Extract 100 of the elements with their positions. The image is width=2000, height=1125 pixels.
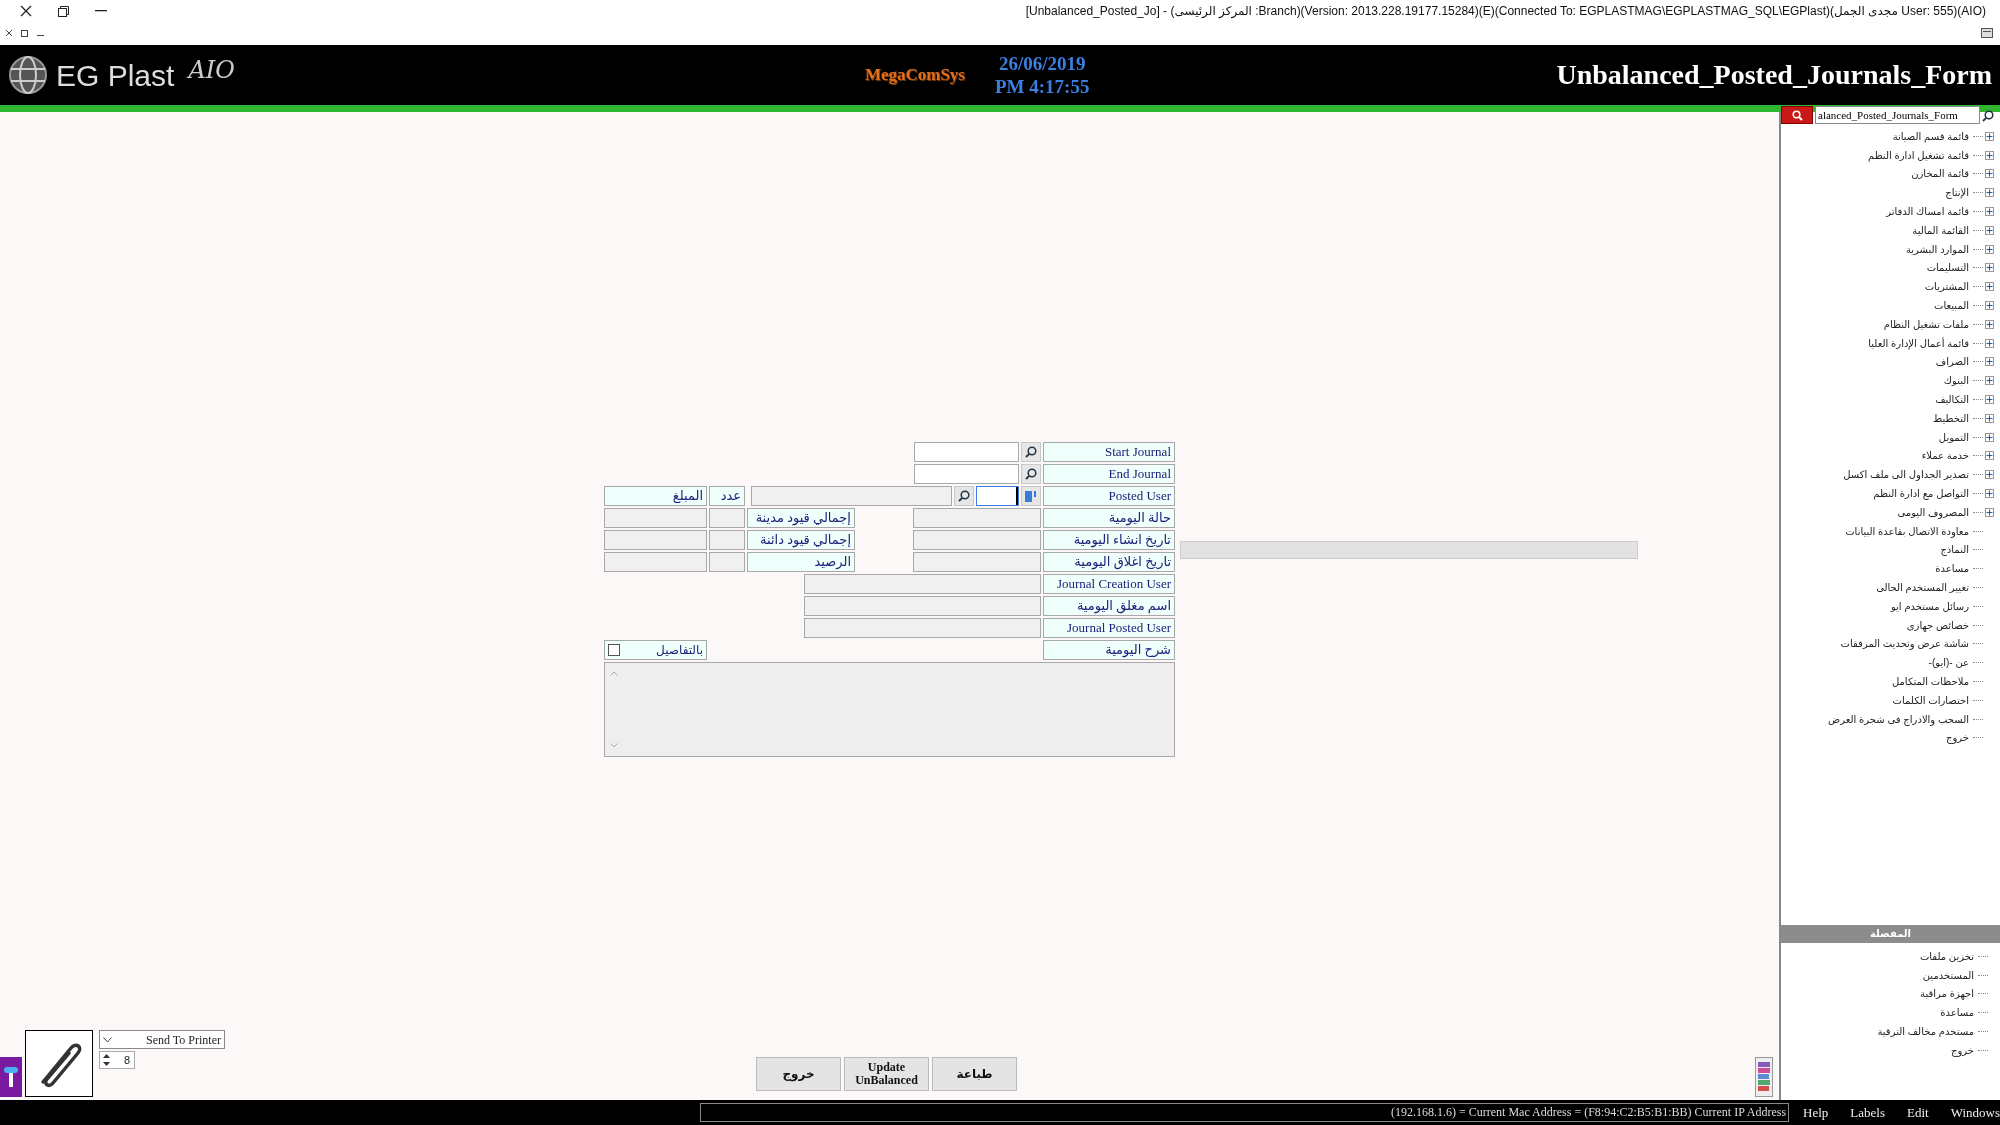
date-text: 26/06/2019: [997, 52, 1087, 75]
menu-item[interactable]: التكاليف: [1935, 392, 1971, 408]
expand-icon[interactable]: [1985, 376, 1994, 386]
search-icon: [1791, 109, 1803, 121]
menu-item[interactable]: تخزين ملفات: [1919, 948, 1976, 964]
expand-icon[interactable]: [1985, 319, 1994, 329]
details-checkbox[interactable]: بالتفاصيل: [604, 640, 707, 660]
expand-icon[interactable]: [1985, 395, 1994, 405]
menu-item[interactable]: Edit: [1907, 1102, 1929, 1123]
menu-item[interactable]: Labels: [1850, 1102, 1885, 1123]
menu-item[interactable]: اجهزة مراقبة: [1920, 986, 1976, 1002]
minimize-icon[interactable]: [95, 10, 107, 12]
copies-spinner[interactable]: 8: [99, 1051, 135, 1069]
menu-item[interactable]: قائمة المخازن: [1911, 166, 1971, 182]
books-icon[interactable]: [1755, 1057, 1773, 1097]
expand-icon[interactable]: [1985, 451, 1994, 461]
menu-item[interactable]: تغيير المستخدم الحالى: [1876, 580, 1971, 595]
expand-icon[interactable]: [1985, 338, 1994, 348]
menu-item[interactable]: مساعدة: [1935, 561, 1971, 577]
menu-item[interactable]: التمويل: [1938, 429, 1971, 445]
chevron-down-icon: [103, 1036, 112, 1043]
menu-item[interactable]: المستخدمين: [1922, 967, 1976, 983]
close-icon[interactable]: [20, 5, 32, 17]
field-label: تاريخ انشاء اليومية: [1043, 530, 1175, 550]
expand-icon[interactable]: [1985, 507, 1994, 517]
menu-item[interactable]: معاودة الاتصال بقاعدة البيانات: [1845, 523, 1971, 539]
expand-icon[interactable]: [1985, 470, 1994, 480]
count-field: [709, 508, 745, 528]
minimize-icon[interactable]: [37, 35, 44, 37]
expand-icon[interactable]: [1985, 282, 1994, 292]
menu-item[interactable]: شاشة عرض وتحديث المرفقات: [1840, 636, 1971, 652]
print-button[interactable]: طباعة: [932, 1057, 1017, 1091]
expand-icon[interactable]: [1985, 244, 1994, 254]
input-field[interactable]: [976, 486, 1019, 506]
menu-item[interactable]: خروج: [1951, 1042, 1976, 1058]
menu-item[interactable]: خروج: [1946, 730, 1971, 746]
menu-item[interactable]: التواصل مع ادارة النظم: [1873, 486, 1971, 502]
input-field[interactable]: [914, 442, 1019, 462]
menu-item[interactable]: خدمة عملاء: [1921, 448, 1971, 464]
panel-header: المفضلة: [1781, 925, 2000, 943]
menu-item[interactable]: قائمة قسم الصيانة: [1892, 128, 1971, 144]
expand-icon[interactable]: [1985, 301, 1994, 311]
menu-item[interactable]: القائمة المالية: [1912, 222, 1971, 238]
expand-icon[interactable]: [1985, 413, 1994, 423]
menu-item[interactable]: ملاحظات المتكامل: [1891, 674, 1971, 689]
menu-item[interactable]: تصدير الجداول الى ملف اكسل: [1843, 467, 1971, 483]
expand-icon[interactable]: [1985, 188, 1994, 198]
menu-item[interactable]: الإنتاج: [1945, 185, 1971, 201]
menu-item[interactable]: Help: [1803, 1102, 1829, 1123]
menu-item[interactable]: الصراف: [1935, 354, 1971, 370]
restore-icon[interactable]: [21, 29, 29, 37]
menu-item[interactable]: رسائل مستخدم ايو: [1890, 598, 1971, 614]
expand-icon[interactable]: [1985, 169, 1994, 179]
search-field[interactable]: alanced_Posted_Journals_Form: [1815, 106, 1980, 124]
window-icon[interactable]: [1981, 28, 1993, 38]
expand-icon[interactable]: [1985, 263, 1994, 273]
menu-item[interactable]: قائمة أعمال الإدارة العليا: [1868, 335, 1971, 351]
menu-item[interactable]: النماذج: [1940, 542, 1971, 558]
expand-icon[interactable]: [1985, 357, 1994, 367]
expand-icon[interactable]: [1985, 131, 1994, 141]
menu-item[interactable]: المصروف اليومى: [1897, 504, 1971, 520]
input-field[interactable]: [914, 464, 1019, 484]
exit-button[interactable]: خروج: [756, 1057, 841, 1091]
menu-item[interactable]: عن -(ايو)-: [1928, 655, 1971, 671]
menu-item[interactable]: اختصارات الكلمات: [1892, 692, 1971, 708]
side-tab[interactable]: [0, 1057, 22, 1097]
search-icon: [1025, 446, 1037, 458]
menu-item[interactable]: المشتريات: [1924, 279, 1971, 295]
menu-item[interactable]: قائمة امساك الدفاتر: [1886, 204, 1971, 220]
count-field: [709, 552, 745, 572]
menu-item[interactable]: مستخدم مخالف الترقية: [1877, 1024, 1976, 1040]
expand-icon[interactable]: [1985, 150, 1994, 160]
menu-item[interactable]: المبيعات: [1934, 298, 1971, 314]
form-title: Unbalanced_Posted_Journals_Form: [1556, 58, 1992, 92]
printer-dropdown[interactable]: Send To Printer: [99, 1030, 225, 1049]
attachment-button[interactable]: [25, 1030, 93, 1097]
menu-item[interactable]: التخطيط: [1933, 410, 1971, 426]
restore-icon[interactable]: [58, 5, 69, 17]
text-field[interactable]: [751, 486, 952, 506]
menu-item[interactable]: الموارد البشرية: [1905, 241, 1971, 257]
expand-icon[interactable]: [1985, 207, 1994, 217]
menu-item[interactable]: ملفات تشغيل النظام: [1883, 316, 1971, 332]
update-button[interactable]: Update UnBalanced: [844, 1057, 929, 1091]
expand-icon[interactable]: [1985, 225, 1994, 235]
expand-icon[interactable]: [1985, 432, 1994, 442]
menu-item[interactable]: التسليمات: [1926, 260, 1971, 276]
menu-item[interactable]: Windows: [1950, 1102, 2000, 1123]
column-header: المبلغ: [604, 486, 707, 506]
menu-item[interactable]: مساعدة: [1940, 1005, 1976, 1021]
expand-icon[interactable]: [1985, 489, 1994, 499]
menu-item[interactable]: البنوك: [1943, 373, 1971, 389]
close-icon[interactable]: [5, 29, 13, 37]
search-button[interactable]: [1781, 106, 1813, 124]
menu-item[interactable]: السحب والادراج فى شجرة العرض: [1828, 711, 1971, 727]
app-name: EG Plast: [56, 57, 175, 94]
search-icon: [1025, 468, 1037, 480]
menu-item[interactable]: خصائص جهازى: [1906, 617, 1971, 633]
search-icon[interactable]: [1982, 109, 1994, 122]
menu-item[interactable]: قائمة تشغيل ادارة النظم: [1868, 147, 1971, 163]
app-logo-text: AIO: [188, 55, 235, 86]
